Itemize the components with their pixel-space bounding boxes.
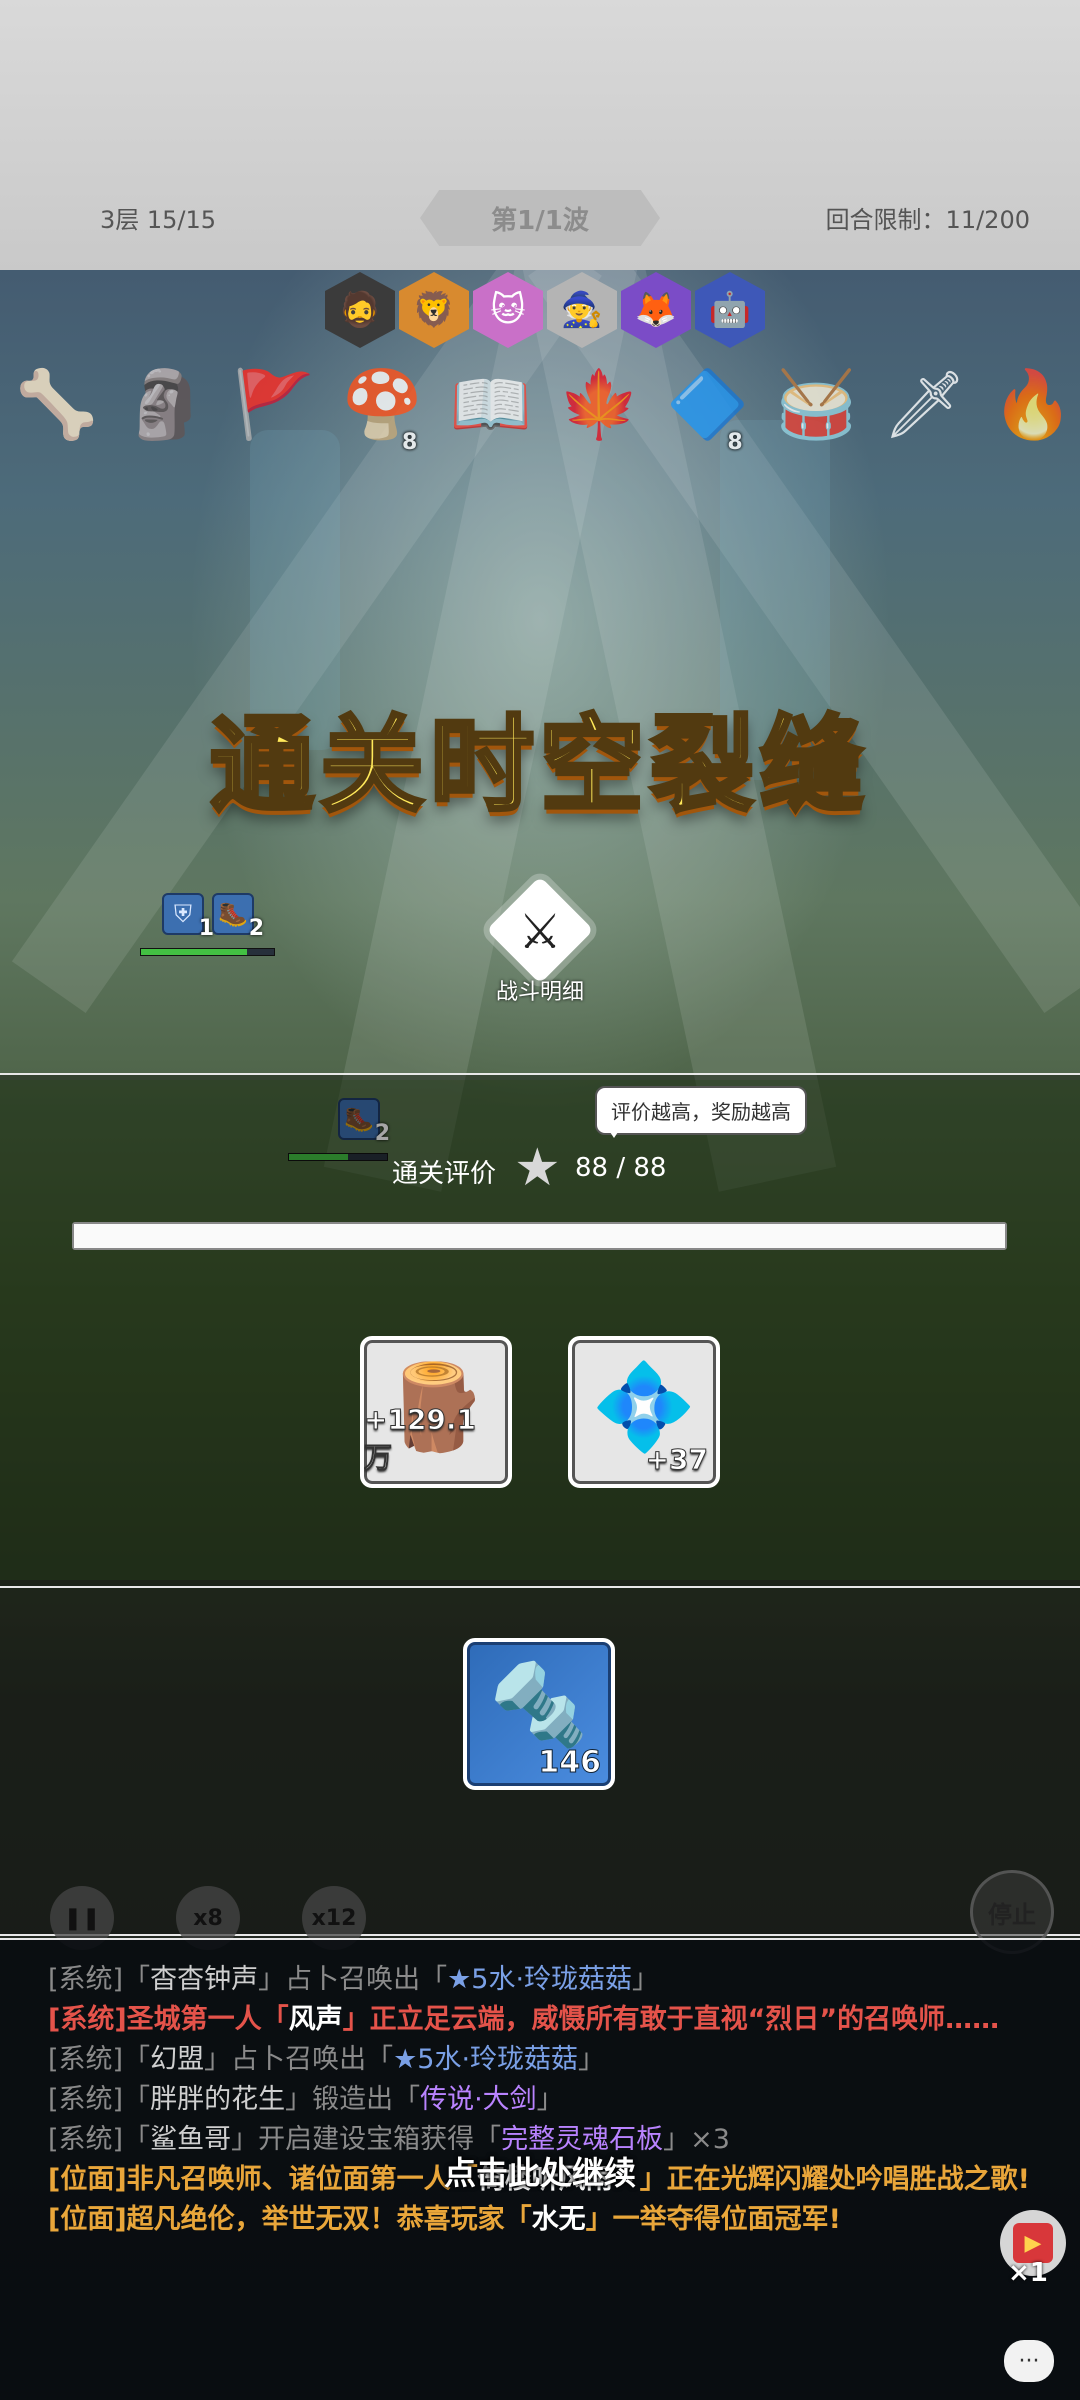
- rating-progress-bar: [72, 1222, 1007, 1250]
- chat-segment: 风声: [288, 2004, 343, 2035]
- chat-segment: 杳杳钟声: [150, 1964, 259, 1995]
- chat-segment: 「: [123, 2044, 151, 2075]
- reward-wood[interactable]: 🪵 +129.1万: [360, 1336, 512, 1488]
- crossed-swords-icon: ⚔: [518, 904, 562, 960]
- equipment-item[interactable]: 🗡: [878, 355, 972, 455]
- scroll-bolt-icon: 🔩: [489, 1658, 589, 1751]
- tap-to-continue[interactable]: 点击此处继续: [0, 2148, 1080, 2194]
- reward-crystal[interactable]: 💠 +37: [568, 1336, 720, 1488]
- star-icon: ★: [514, 1138, 561, 1198]
- chat-message: [系统]「胖胖的花生」锻造出「传说·大剑」: [48, 2080, 1040, 2120]
- chat-segment: [系统]: [48, 1964, 124, 1995]
- battle-detail-button[interactable]: ⚔ 战斗明细: [470, 876, 610, 1010]
- floor-progress: 3层 15/15: [100, 206, 217, 234]
- chat-segment: [系统]: [48, 2084, 124, 2115]
- shield-icon: ⛨: [174, 900, 192, 928]
- chat-segment: 胖胖的花生: [150, 2084, 286, 2115]
- hero-portrait: 🦊: [621, 272, 691, 348]
- chat-segment: ★5水·玲珑菇菇: [393, 2044, 579, 2075]
- item-icon: 🍁: [558, 366, 641, 443]
- chat-segment: [系统]圣城第一人「: [48, 2004, 289, 2035]
- hero-portrait: 🐱: [473, 272, 543, 348]
- item-icon: 🗿: [124, 366, 207, 443]
- pause-icon: ❚❚: [63, 1905, 101, 1931]
- item-icon: 🥁: [774, 366, 858, 443]
- reward-amount: +37: [645, 1443, 708, 1477]
- rating-label: 通关评价: [392, 1159, 497, 1189]
- wave-indicator: 第1/1波: [420, 190, 660, 246]
- hero-portrait: 🧙: [547, 272, 617, 348]
- hero-portrait: 🧔: [325, 272, 395, 348]
- item-icon: 🦴: [15, 366, 99, 443]
- equipment-item-row: 🦴 🗿 🚩 🍄 8 📖 🍁 🔷 8 🥁 🗡 🔥: [10, 355, 1080, 455]
- stop-label: 停止: [988, 1900, 1036, 1929]
- badge-count: 2: [248, 916, 264, 941]
- rating-tooltip: 评价越高，奖励越高: [595, 1086, 807, 1135]
- top-bar: 3层 15/15 第1/1波 回合限制：11/200: [0, 0, 1080, 270]
- chat-segment: 传说·大剑: [420, 2084, 537, 2115]
- equipment-item[interactable]: 🍁: [552, 355, 646, 455]
- item-icon: 🗡: [882, 366, 967, 443]
- boot-icon: 🥾: [218, 900, 248, 928]
- chat-segment: 」: [578, 2044, 606, 2075]
- chat-segment: 」锻造出「: [285, 2084, 421, 2115]
- round-limit: 回合限制：11/200: [825, 206, 1030, 234]
- item-count: 8: [727, 430, 743, 455]
- tooltip-tail: [606, 1126, 622, 1138]
- hero-portrait: 🦁: [399, 272, 469, 348]
- victory-banner: 通关时空裂缝: [208, 702, 870, 828]
- rating-progress-fill: [74, 1224, 1005, 1248]
- chat-segment: 「: [123, 1964, 151, 1995]
- equipment-item[interactable]: 🚩: [227, 355, 321, 455]
- chat-segment: 」一举夺得位面冠军!: [585, 2204, 842, 2235]
- chat-message: [系统]「杳杳钟声」占卜召唤出「★5水·玲珑菇菇」: [48, 1960, 1040, 2000]
- hero-portrait: 🤖: [695, 272, 765, 348]
- chat-segment: 」占卜召唤出「: [204, 2044, 394, 2075]
- chat-message: [系统]圣城第一人「风声」正立足云端，威慑所有敢于直视“烈日”的召唤师……: [48, 2000, 1040, 2040]
- chat-segment: [系统]: [48, 2044, 124, 2075]
- chat-segment: 幻盟: [150, 2044, 205, 2075]
- bonus-reward-item[interactable]: 🔩 146: [463, 1638, 615, 1790]
- equipment-item[interactable]: 🔥: [986, 355, 1080, 455]
- chat-segment: 「: [123, 2084, 151, 2115]
- item-count: 8: [402, 430, 418, 455]
- speed-x8-label: x8: [193, 1905, 223, 1931]
- item-icon: 🔥: [991, 366, 1075, 443]
- battle-detail-label: 战斗明细: [495, 980, 584, 1005]
- video-multiplier: ×1: [1008, 2258, 1048, 2288]
- equipment-item[interactable]: 🍄 8: [335, 355, 429, 455]
- equipment-item[interactable]: 🥁: [769, 355, 863, 455]
- item-icon: 📖: [449, 366, 532, 443]
- equipment-item[interactable]: 🔷 8: [661, 355, 755, 455]
- chat-message: [系统]「幻盟」占卜召唤出「★5水·玲珑菇菇」: [48, 2040, 1040, 2080]
- chat-segment: [位面]超凡绝伦，举世无双！恭喜玩家「: [48, 2204, 532, 2235]
- chat-segment: 」: [536, 2084, 564, 2115]
- wave-label: 第1/1波: [491, 205, 589, 236]
- chat-segment: ★5水·玲珑菇菇: [447, 1964, 633, 1995]
- reward-amount: +129.1万: [364, 1403, 477, 1475]
- chat-segment: 」: [632, 1964, 660, 1995]
- equipment-item[interactable]: 📖: [444, 355, 538, 455]
- item-icon: 🚩: [232, 366, 315, 443]
- enemy-hero-row: 🧔 🦁 🐱 🧙 🦊 🤖: [325, 272, 765, 348]
- bonus-amount: 146: [538, 1745, 602, 1781]
- play-icon: ▶: [1013, 2223, 1053, 2263]
- rating-value: 88 / 88: [575, 1153, 667, 1183]
- unit-hp-bar: [140, 948, 275, 956]
- equipment-item[interactable]: 🗿: [118, 355, 212, 455]
- chat-segment: 」占卜召唤出「: [258, 1964, 448, 1995]
- boot-skill-badge: 🥾 2: [212, 893, 264, 941]
- shield-skill-badge: ⛨ 1: [162, 893, 214, 941]
- equipment-item[interactable]: 🦴: [10, 355, 104, 455]
- chat-message: [位面]超凡绝伦，举世无双！恭喜玩家「水无」一举夺得位面冠军!: [48, 2200, 1040, 2240]
- chat-segment: 」正立足云端，威慑所有敢于直视“烈日”的召唤师……: [342, 2004, 1000, 2035]
- chat-bubble-icon[interactable]: ···: [1004, 2340, 1054, 2382]
- speed-x12-label: x12: [311, 1905, 357, 1931]
- chat-segment: 水无: [531, 2204, 586, 2235]
